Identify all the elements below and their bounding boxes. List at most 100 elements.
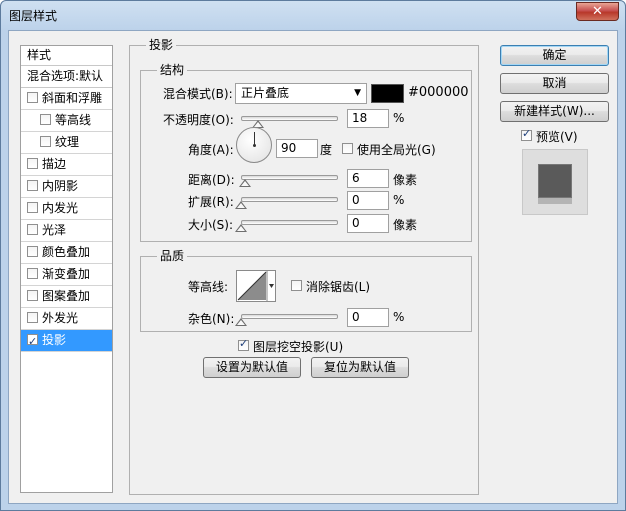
- cancel-button[interactable]: 取消: [500, 73, 609, 94]
- style-item[interactable]: 内阴影: [21, 176, 112, 198]
- layer-style-dialog: 图层样式 ✕ 样式 混合选项:默认 斜面和浮雕等高线纹理描边内阴影内发光光泽颜色…: [0, 0, 626, 511]
- shadow-color-swatch[interactable]: [371, 84, 404, 103]
- drop-shadow-title: 投影: [146, 38, 177, 52]
- style-list: 样式 混合选项:默认 斜面和浮雕等高线纹理描边内阴影内发光光泽颜色叠加渐变叠加图…: [20, 45, 113, 493]
- angle-label: 角度(A):: [188, 143, 234, 157]
- spread-unit: %: [393, 193, 405, 207]
- style-item[interactable]: 外发光: [21, 308, 112, 330]
- style-item-checkbox[interactable]: [27, 202, 38, 213]
- noise-slider-thumb[interactable]: [235, 318, 247, 326]
- contour-picker[interactable]: [236, 270, 276, 302]
- knockout-label: 图层挖空投影(U): [253, 340, 344, 354]
- style-item[interactable]: 光泽: [21, 220, 112, 242]
- noise-unit: %: [393, 310, 405, 324]
- style-item-checkbox[interactable]: [27, 312, 38, 323]
- window-title: 图层样式: [9, 9, 58, 23]
- title-bar[interactable]: 图层样式 ✕: [1, 1, 625, 29]
- preview-label: 预览(V): [536, 130, 578, 144]
- knockout-checkbox[interactable]: [238, 337, 249, 351]
- style-item-checkbox[interactable]: [27, 224, 38, 235]
- style-item-label: 描边: [42, 157, 67, 171]
- style-item[interactable]: 投影: [21, 330, 112, 352]
- style-item-label: 纹理: [55, 135, 80, 149]
- opacity-unit: %: [393, 111, 405, 125]
- style-item-label: 渐变叠加: [42, 267, 91, 281]
- blending-options-item[interactable]: 混合选项:默认: [21, 66, 112, 88]
- angle-hub: [253, 144, 256, 147]
- chevron-down-icon: ▼: [354, 88, 361, 98]
- new-style-button[interactable]: 新建样式(W)...: [500, 101, 609, 122]
- close-button[interactable]: ✕: [576, 2, 619, 21]
- shadow-color-hex: #000000: [408, 85, 469, 100]
- style-item-checkbox[interactable]: [40, 114, 51, 125]
- spread-input[interactable]: 0: [347, 191, 389, 210]
- style-item[interactable]: 渐变叠加: [21, 264, 112, 286]
- structure-title: 结构: [157, 63, 188, 77]
- quality-group: 品质 等高线: 消除锯齿(L) 杂色(N): 0 %: [140, 249, 472, 332]
- style-item-label: 光泽: [42, 223, 67, 237]
- style-item[interactable]: 纹理: [21, 132, 112, 154]
- style-item-label: 内阴影: [42, 179, 79, 193]
- dialog-client-area: 样式 混合选项:默认 斜面和浮雕等高线纹理描边内阴影内发光光泽颜色叠加渐变叠加图…: [8, 30, 618, 504]
- opacity-input[interactable]: 18: [347, 109, 389, 128]
- style-item-checkbox[interactable]: [40, 136, 51, 147]
- distance-slider-thumb[interactable]: [239, 179, 251, 187]
- style-item-checkbox[interactable]: [27, 268, 38, 279]
- global-light-label: 使用全局光(G): [357, 143, 436, 157]
- blend-mode-select[interactable]: 正片叠底 ▼: [235, 83, 367, 104]
- style-item-checkbox[interactable]: [27, 246, 38, 257]
- distance-slider[interactable]: [241, 175, 338, 180]
- close-icon: ✕: [592, 4, 603, 19]
- style-item-label: 等高线: [55, 113, 92, 127]
- quality-title: 品质: [157, 249, 188, 263]
- opacity-label: 不透明度(O):: [163, 113, 234, 127]
- styles-header[interactable]: 样式: [21, 46, 112, 66]
- style-item-checkbox[interactable]: [27, 331, 38, 352]
- style-item-checkbox[interactable]: [27, 180, 38, 191]
- style-item-label: 投影: [42, 333, 67, 347]
- ok-button[interactable]: 确定: [500, 45, 609, 66]
- distance-input[interactable]: 6: [347, 169, 389, 188]
- reset-default-button[interactable]: 复位为默认值: [311, 357, 409, 378]
- distance-label: 距离(D):: [188, 173, 235, 187]
- blend-mode-value: 正片叠底: [241, 86, 290, 100]
- style-item-checkbox[interactable]: [27, 290, 38, 301]
- make-default-button[interactable]: 设置为默认值: [203, 357, 301, 378]
- spread-label: 扩展(R):: [188, 195, 234, 209]
- style-item[interactable]: 内发光: [21, 198, 112, 220]
- noise-input[interactable]: 0: [347, 308, 389, 327]
- preview-swatch: [538, 164, 572, 198]
- spread-slider-thumb[interactable]: [235, 201, 247, 209]
- preview-checkbox[interactable]: [521, 127, 532, 141]
- style-item-label: 外发光: [42, 311, 79, 325]
- style-item[interactable]: 颜色叠加: [21, 242, 112, 264]
- size-input[interactable]: 0: [347, 214, 389, 233]
- style-item[interactable]: 斜面和浮雕: [21, 88, 112, 110]
- style-items: 斜面和浮雕等高线纹理描边内阴影内发光光泽颜色叠加渐变叠加图案叠加外发光投影: [21, 88, 112, 352]
- style-item[interactable]: 等高线: [21, 110, 112, 132]
- antialias-checkbox[interactable]: [291, 280, 302, 291]
- style-item-checkbox[interactable]: [27, 92, 38, 103]
- style-item-label: 图案叠加: [42, 289, 91, 303]
- size-slider[interactable]: [241, 220, 338, 225]
- size-slider-thumb[interactable]: [235, 224, 247, 232]
- spread-slider[interactable]: [241, 197, 338, 202]
- distance-unit: 像素: [393, 173, 418, 187]
- angle-unit: 度: [320, 143, 333, 157]
- size-unit: 像素: [393, 218, 418, 232]
- structure-group: 结构 混合模式(B): 正片叠底 ▼ #000000 不透明度(O): 18 %…: [140, 63, 472, 242]
- noise-slider[interactable]: [241, 314, 338, 319]
- drop-shadow-group: 投影 结构 混合模式(B): 正片叠底 ▼ #000000 不透明度(O): 1…: [129, 38, 479, 495]
- blend-mode-label: 混合模式(B):: [163, 87, 233, 101]
- global-light-checkbox[interactable]: [342, 143, 353, 154]
- contour-label: 等高线:: [188, 280, 229, 294]
- style-item-label: 内发光: [42, 201, 79, 215]
- angle-dial[interactable]: [236, 127, 272, 163]
- style-preview: [522, 149, 588, 215]
- style-item[interactable]: 描边: [21, 154, 112, 176]
- style-item-label: 斜面和浮雕: [42, 91, 103, 105]
- style-item-checkbox[interactable]: [27, 158, 38, 169]
- contour-curve-icon: [237, 271, 274, 301]
- style-item[interactable]: 图案叠加: [21, 286, 112, 308]
- angle-input[interactable]: 90: [276, 139, 318, 158]
